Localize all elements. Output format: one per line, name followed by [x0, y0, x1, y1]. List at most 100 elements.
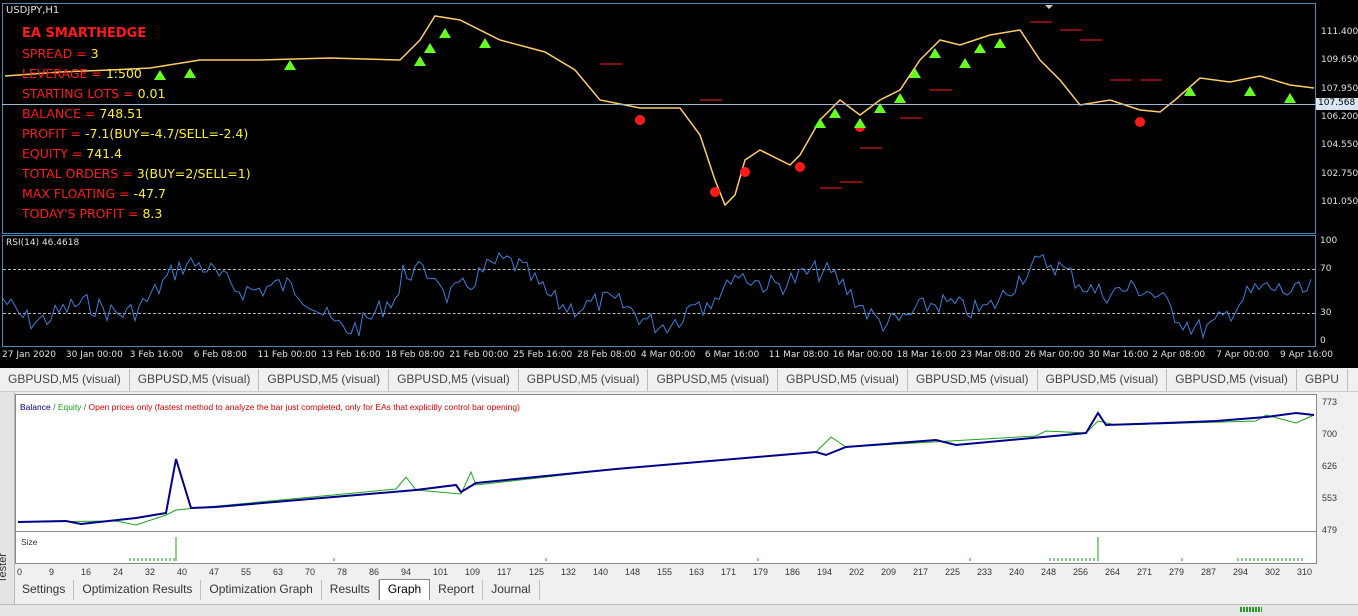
price-axis-label: 109.650 [1321, 55, 1358, 66]
graph-x-label: 155 [657, 567, 673, 577]
chart-tab[interactable]: GBPUSD,M5 (visual) [648, 369, 779, 391]
chart-tab[interactable]: GBPUSD,M5 (visual) [0, 369, 130, 391]
tester-tab[interactable]: Optimization Results [74, 580, 202, 600]
graph-x-label: 109 [465, 567, 481, 577]
time-axis-label: 2 Apr 08:00 [1152, 350, 1206, 360]
tester-tab[interactable]: Journal [483, 580, 540, 600]
rsi-axis-100: 100 [1320, 236, 1338, 246]
ea-info-label: LEVERAGE = [22, 66, 106, 81]
time-axis-label: 28 Feb 08:00 [577, 350, 637, 360]
time-axis-label: 9 Apr 16:00 [1280, 350, 1333, 360]
graph-x-label: 94 [401, 567, 412, 577]
chart-tab[interactable]: GBPUSD,M5 (visual) [908, 369, 1038, 391]
time-axis-label: 30 Mar 16:00 [1088, 350, 1149, 360]
graph-x-label: 302 [1265, 567, 1281, 577]
ea-info-row: SPREAD = 3 [22, 46, 99, 61]
chart-tab[interactable]: GBPUSD,M5 (visual) [1038, 369, 1168, 391]
time-axis-label: 13 Feb 16:00 [321, 350, 381, 360]
tester-tab[interactable]: Graph [378, 579, 431, 600]
ea-info-row: STARTING LOTS = 0.01 [22, 86, 165, 101]
graph-x-label: 209 [881, 567, 897, 577]
graph-y-label: 626 [1322, 461, 1338, 471]
price-axis-label: 107.950 [1321, 83, 1358, 94]
ea-info-value: 3(BUY=2/SELL=1) [136, 166, 251, 181]
time-axis-label: 4 Mar 00:00 [641, 350, 696, 360]
buy-arrow-icon [974, 43, 986, 53]
time-axis-label: 30 Jan 00:00 [65, 350, 123, 360]
graph-x-label: 264 [1105, 567, 1121, 577]
graph-x-label: 125 [529, 567, 545, 577]
buy-arrow-icon [479, 38, 491, 48]
chart-tab[interactable]: GBPUSD,M5 (visual) [1167, 369, 1297, 391]
chart-tab[interactable]: GBPUSD,M5 (visual) [519, 369, 649, 391]
graph-x-label: 47 [209, 567, 220, 577]
status-bar [0, 604, 1358, 616]
graph-x-label: 70 [305, 567, 316, 577]
price-chart-window[interactable]: USDJPY,H1 107.568 111.400 109.650 107.950 1… [0, 0, 1358, 368]
graph-x-label: 248 [1041, 567, 1057, 577]
graph-x-label: 186 [785, 567, 801, 577]
price-axis-label: 106.200 [1321, 111, 1358, 122]
ea-info-row: PROFIT = -7.1(BUY=-4.7/SELL=-2.4) [22, 126, 248, 141]
chart-tab[interactable]: GBPUSD,M5 (visual) [389, 369, 519, 391]
rsi-axis-30: 30 [1320, 308, 1332, 318]
ea-info-row: BALANCE = 748.51 [22, 106, 143, 121]
buy-arrow-icon [414, 56, 426, 66]
sell-arrow-icon [1135, 117, 1145, 127]
time-axis-label: 27 Jan 2020 [2, 350, 56, 360]
buy-arrow-icon [284, 60, 296, 70]
graph-y-label: 700 [1322, 429, 1338, 439]
tester-side-text: Tester [0, 553, 9, 583]
graph-x-label: 0 [17, 567, 23, 577]
buy-arrow-icon [1244, 86, 1256, 96]
buy-arrow-icon [814, 118, 826, 128]
buy-arrow-icon [994, 38, 1006, 48]
tester-tab[interactable]: Results [322, 580, 379, 600]
buy-arrow-icon [154, 70, 166, 80]
graph-x-label: 225 [945, 567, 961, 577]
ea-title: EA SMARTHEDGE [22, 26, 147, 41]
ea-info-value: 8.3 [142, 206, 163, 221]
time-axis-label: 11 Feb 00:00 [257, 350, 317, 360]
time-axis-label: 3 Feb 16:00 [129, 350, 184, 360]
buy-arrow-icon [854, 118, 866, 128]
graph-x-label: 32 [145, 567, 156, 577]
graph-x-label: 140 [593, 567, 609, 577]
graph-x-label: 279 [1169, 567, 1185, 577]
tester-tab[interactable]: Optimization Graph [201, 580, 322, 600]
graph-x-label: 287 [1201, 567, 1217, 577]
price-axis-label: 102.750 [1321, 168, 1358, 179]
tester-tab[interactable]: Report [430, 580, 484, 600]
ea-info-value: 741.4 [86, 146, 123, 161]
ea-info-label: PROFIT = [22, 126, 85, 141]
graph-x-label: 240 [1009, 567, 1025, 577]
time-axis-label: 25 Feb 16:00 [513, 350, 573, 360]
ea-info-label: MAX FLOATING = [22, 186, 134, 201]
chart-shift-marker-icon [1045, 5, 1053, 9]
graph-x-label: 9 [49, 567, 55, 577]
time-axis-label: 18 Feb 08:00 [385, 350, 445, 360]
ea-info-label: STARTING LOTS = [22, 86, 138, 101]
time-axis-label: 23 Mar 08:00 [960, 350, 1021, 360]
chart-tab[interactable]: GBPUSD,M5 (visual) [130, 369, 260, 391]
tester-side-label[interactable]: Tester [0, 392, 15, 615]
graph-x-label: 217 [913, 567, 929, 577]
sell-arrow-icon [795, 162, 805, 172]
graph-x-label: 163 [689, 567, 705, 577]
graph-x-label: 294 [1233, 567, 1249, 577]
chart-tab[interactable]: GBPU [1297, 369, 1348, 391]
rsi-series [2, 251, 1312, 340]
ea-info-label: TOTAL ORDERS = [22, 166, 137, 181]
tester-tab[interactable]: Settings [14, 580, 75, 600]
graph-y-label: 553 [1322, 493, 1338, 503]
ea-info-value: 1:500 [105, 66, 142, 81]
buy-arrow-icon [959, 58, 971, 68]
chart-tab[interactable]: GBPUSD,M5 (visual) [259, 369, 390, 391]
chart-tab[interactable]: GBPUSD,M5 (visual) [778, 369, 908, 391]
graph-x-label: 40 [177, 567, 188, 577]
tester-graph: Balance / Equity / Open prices only (fas… [15, 394, 1317, 564]
rsi-axis-70: 70 [1320, 264, 1332, 274]
ea-info-label: EQUITY = [22, 146, 87, 161]
ea-info-value: 748.51 [99, 106, 144, 121]
time-axis-label: 21 Feb 00:00 [449, 350, 509, 360]
